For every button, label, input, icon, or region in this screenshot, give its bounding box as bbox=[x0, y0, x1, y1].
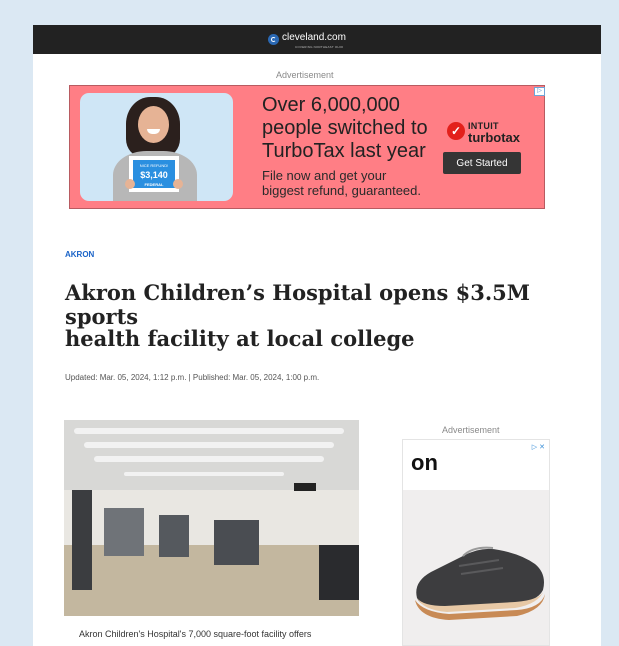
ad-headline-line3: TurboTax last year bbox=[262, 140, 426, 162]
refund-sign: NICE REFUND! $3,140 FEDERAL bbox=[129, 156, 179, 192]
logo-mark-icon bbox=[268, 34, 279, 45]
ad-subtext-line2: biggest refund, guaranteed. bbox=[262, 183, 422, 198]
brand-turbotax: turbotax bbox=[468, 130, 520, 145]
on-brand-logo: on bbox=[411, 450, 438, 475]
ad-headline-line1: Over 6,000,000 bbox=[262, 94, 400, 116]
site-header: cleveland.com COVERING NORTHEAST OHIO bbox=[33, 25, 601, 54]
article-photo[interactable] bbox=[64, 420, 359, 616]
site-logo[interactable]: cleveland.com COVERING NORTHEAST OHIO bbox=[268, 32, 346, 49]
ad-photo-woman-holding-sign: NICE REFUND! $3,140 FEDERAL bbox=[80, 93, 233, 201]
article-page: cleveland.com COVERING NORTHEAST OHIO Ad… bbox=[33, 25, 601, 646]
on-shoe-side-ad[interactable]: on ▷ ✕ bbox=[402, 439, 550, 646]
shoe-image bbox=[415, 546, 545, 620]
article-headline-line1: Akron Children’s Hospital opens $3.5M sp… bbox=[65, 280, 531, 329]
article-dates: Updated: Mar. 05, 2024, 1:12 p.m. | Publ… bbox=[65, 373, 320, 382]
ad-subtext-line1: File now and get your bbox=[262, 168, 387, 183]
ad-headline-line2: people switched to bbox=[262, 117, 428, 139]
adchoices-icon[interactable]: ▷ bbox=[534, 87, 545, 96]
checkmark-icon: ✓ bbox=[447, 122, 465, 140]
article-headline-line2: health facility at local college bbox=[65, 326, 415, 351]
side-ad-label: Advertisement bbox=[442, 425, 500, 435]
sign-amount: $3,140 bbox=[140, 170, 168, 180]
logo-subtext: COVERING NORTHEAST OHIO bbox=[295, 45, 344, 49]
get-started-button[interactable]: Get Started bbox=[443, 152, 521, 174]
logo-text: cleveland.com bbox=[282, 32, 346, 43]
photo-caption: Akron Children's Hospital's 7,000 square… bbox=[79, 629, 312, 639]
adchoices-close-icon[interactable]: ▷ ✕ bbox=[532, 443, 545, 451]
sign-line3: FEDERAL bbox=[144, 182, 164, 187]
section-link[interactable]: AKRON bbox=[65, 250, 94, 259]
top-ad-label: Advertisement bbox=[276, 70, 334, 80]
turbotax-banner-ad[interactable]: NICE REFUND! $3,140 FEDERAL Over 6,000,0… bbox=[69, 85, 545, 209]
sign-line1: NICE REFUND! bbox=[139, 163, 169, 168]
